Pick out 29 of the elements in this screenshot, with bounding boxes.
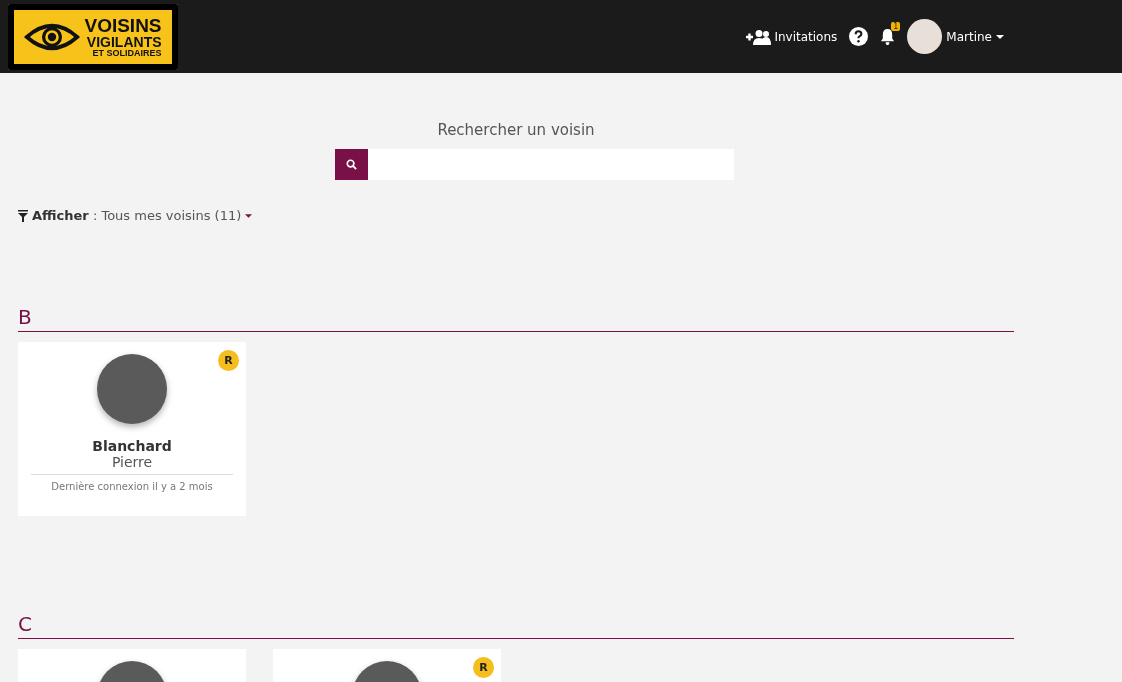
user-menu[interactable]: Martine bbox=[946, 29, 1004, 44]
logo-text: VOISINS bbox=[84, 15, 162, 35]
add-people-icon bbox=[745, 28, 772, 45]
filter-icon bbox=[18, 209, 28, 222]
role-badge: R bbox=[218, 350, 239, 371]
caret-icon bbox=[245, 213, 253, 218]
logo[interactable]: VOISINS VIGILANTS ET SOLIDAIRES bbox=[8, 3, 178, 70]
caret-icon bbox=[996, 34, 1004, 39]
last-login-text: Dernière connexion il y a 2 mois bbox=[31, 474, 233, 492]
notification-count: 1 bbox=[891, 22, 901, 31]
role-badge: R bbox=[473, 657, 494, 678]
section-letter: B bbox=[18, 305, 1014, 332]
help-icon[interactable] bbox=[849, 27, 869, 46]
bell-icon[interactable] bbox=[880, 28, 896, 45]
invitations-link[interactable]: Invitations bbox=[745, 28, 838, 45]
logo-text: ET SOLIDAIRES bbox=[91, 48, 162, 58]
search-button[interactable] bbox=[334, 149, 368, 180]
filter-label: Afficher : Tous mes voisins (11) bbox=[32, 208, 242, 223]
search-title: Rechercher un voisin bbox=[436, 121, 596, 139]
avatar[interactable] bbox=[907, 19, 943, 54]
neighbor-card[interactable]: R Blanchard Pierre Dernière connexion il y a 2 mois bbox=[18, 342, 246, 516]
logo-text: VIGILANTS bbox=[85, 34, 162, 49]
neighbor-card[interactable]: R bbox=[273, 649, 501, 682]
filter-dropdown[interactable]: Afficher : Tous mes voisins (11) bbox=[18, 208, 1014, 223]
search-icon bbox=[345, 159, 357, 170]
search-field[interactable] bbox=[367, 149, 734, 180]
section-letter: C bbox=[18, 612, 1014, 639]
last-name: Blanchard bbox=[92, 438, 172, 454]
first-name: Pierre bbox=[111, 454, 153, 470]
